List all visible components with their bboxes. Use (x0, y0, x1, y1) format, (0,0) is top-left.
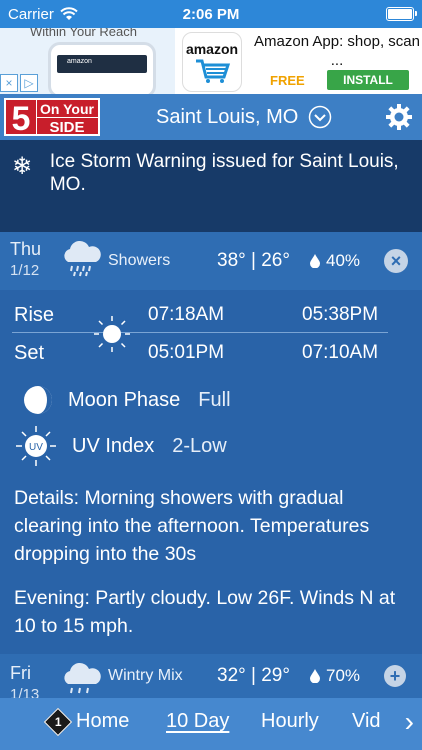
temperature-range: 38° | 26° (217, 250, 290, 271)
ad-phone-image: amazon (48, 42, 156, 94)
sunset-time: 05:01PM (148, 342, 225, 363)
forecast-day-row[interactable]: Fri 1/13 Wintry Mix 32° | 29° 70% + (0, 654, 422, 698)
precip-value: 70% (326, 666, 361, 685)
tab-home[interactable]: 1 Home (43, 707, 130, 736)
day-details-panel: Rise Set 07:18AM 05:01PM 05:38PM 07:10AM… (0, 290, 422, 654)
moon-phase-icon (24, 386, 52, 414)
uv-icon-text: UV (29, 442, 43, 453)
tab-hourly[interactable]: Hourly (261, 710, 319, 733)
tab-video[interactable]: Vid (352, 710, 381, 733)
divider (12, 332, 388, 333)
collapse-button[interactable]: × (384, 249, 408, 273)
ad-image: Within Your Reach amazon × ▷ (0, 28, 175, 94)
bottom-nav: 1 Home 10 Day Hourly Vid › (0, 698, 422, 750)
tab-10-day[interactable]: 10 Day (166, 710, 229, 733)
set-label: Set (14, 342, 45, 364)
chevron-down-icon (309, 105, 332, 129)
settings-gear-icon[interactable] (384, 102, 414, 132)
day-name: Thu (10, 239, 42, 259)
rain-cloud-icon (64, 240, 101, 277)
moon-icon (267, 320, 282, 350)
forecast-day-row[interactable]: Thu 1/12 Showers 38° | 26° 40% × (0, 232, 422, 290)
moon-phase-row: Moon Phase Full (22, 384, 231, 416)
logo-number: 5 (12, 100, 31, 136)
day-date: Fri 1/13 (10, 662, 39, 698)
weather-alert-banner[interactable]: ❄ Ice Storm Warning issued for Saint Lou… (0, 140, 422, 232)
ad-info-icon[interactable]: ▷ (20, 74, 38, 92)
ad-price: FREE (270, 73, 305, 88)
uv-index-row: UV UV Index 2-Low (14, 424, 227, 468)
precip-value: 40% (326, 251, 361, 270)
station-logo[interactable]: 5 On Your SIDE (4, 98, 100, 136)
sunrise-time: 07:18AM (148, 304, 225, 325)
app-header: 5 On Your SIDE Saint Louis, MO (0, 94, 422, 140)
sun-icon (94, 316, 130, 352)
details-text: Details: Morning showers with gradual cl… (14, 487, 370, 565)
moonrise-time: 05:38PM (302, 304, 379, 325)
precipitation: 40% (310, 251, 360, 271)
status-carrier: Carrier (8, 6, 78, 23)
chevron-right-icon[interactable]: › (405, 706, 414, 738)
location-label: Saint Louis, MO (156, 105, 299, 128)
uv-index-label: UV Index (72, 434, 155, 457)
status-bar: Carrier 2:06 PM (0, 0, 422, 28)
day-name: Fri (10, 663, 31, 683)
ad-icon-brand: amazon (185, 41, 239, 57)
tab-home-label: Home (76, 710, 130, 732)
condition-label: Showers (108, 252, 171, 269)
ad-title: Amazon App: shop, scan ... (254, 33, 420, 69)
day-date-label: 1/12 (10, 262, 40, 279)
ad-close-icon[interactable]: × (0, 74, 18, 92)
carrier-label: Carrier (8, 5, 54, 23)
wintry-mix-icon (64, 662, 101, 694)
location-selector[interactable]: Saint Louis, MO (156, 94, 332, 140)
raindrop-icon (310, 669, 320, 683)
day-date: Thu 1/12 (10, 238, 41, 282)
uv-index-value: 2-Low (172, 434, 227, 457)
expand-button[interactable]: + (384, 665, 406, 687)
precipitation: 70% (310, 666, 360, 686)
moonset-time: 07:10AM (302, 342, 379, 363)
svg-text:SIDE: SIDE (49, 119, 84, 136)
raindrop-icon (310, 254, 320, 268)
amazon-app-icon[interactable]: amazon (182, 32, 242, 92)
day-date-label: 1/13 (10, 686, 40, 698)
home-badge-icon: 1 (43, 707, 73, 736)
condition-label: Wintry Mix (108, 667, 183, 684)
evening-text: Evening: Partly cloudy. Low 26F. Winds N… (14, 587, 396, 637)
svg-text:On Your: On Your (40, 101, 94, 117)
snowflake-icon: ❄ (12, 153, 33, 180)
uv-index-icon: UV (16, 426, 56, 466)
moon-phase-value: Full (198, 388, 231, 411)
temperature-range: 32° | 29° (217, 665, 290, 686)
wifi-icon (60, 7, 78, 20)
ad-choices[interactable]: × ▷ (0, 74, 38, 92)
moon-phase-label: Moon Phase (68, 388, 181, 411)
battery-icon (386, 7, 417, 21)
alert-text: Ice Storm Warning issued for Saint Louis… (49, 151, 399, 195)
ad-tagline: Within Your Reach (30, 28, 137, 39)
shopping-cart-icon (196, 59, 231, 83)
ad-phone-text: amazon (67, 58, 92, 65)
home-badge-count: 1 (54, 714, 62, 729)
rise-label: Rise (14, 304, 55, 326)
ad-install-button[interactable]: INSTALL (327, 70, 409, 90)
ad-banner[interactable]: Within Your Reach amazon × ▷ amazon Amaz… (0, 28, 422, 94)
